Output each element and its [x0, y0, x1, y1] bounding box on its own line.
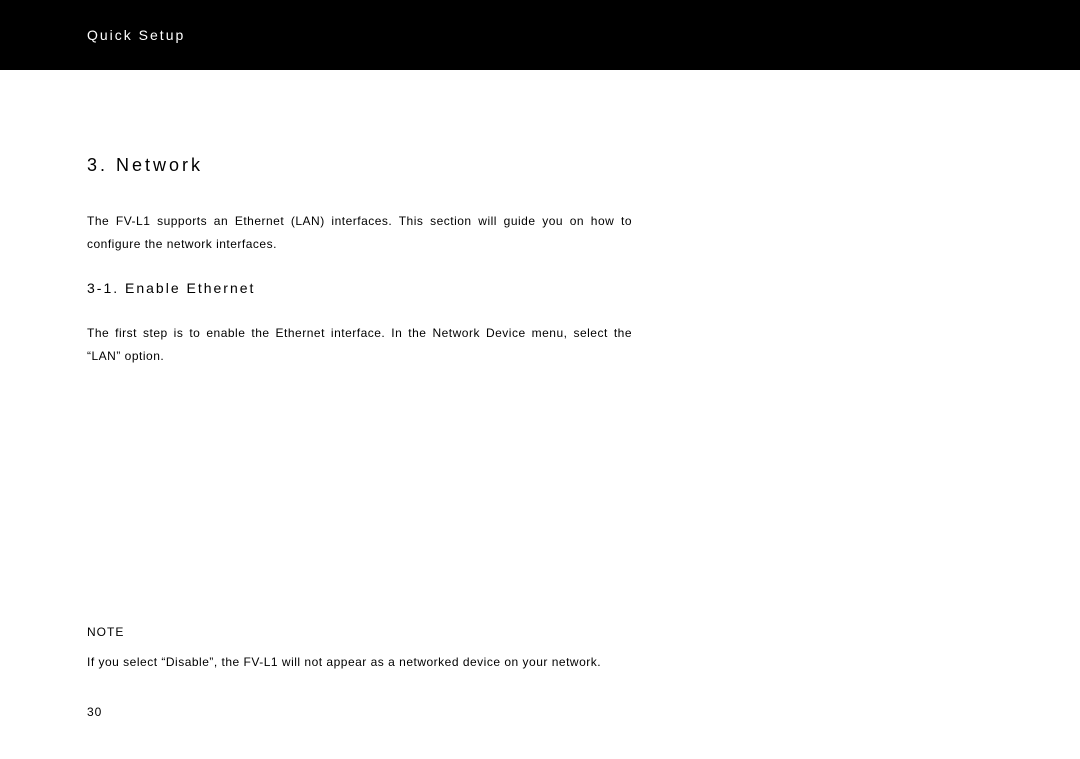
header-title: Quick Setup	[87, 27, 185, 43]
subsection-text-paragraph: The first step is to enable the Ethernet…	[87, 322, 632, 368]
header-bar: Quick Setup	[0, 0, 1080, 70]
note-block: NOTE If you select “Disable”, the FV-L1 …	[87, 625, 632, 674]
subsection-heading: 3-1. Enable Ethernet	[87, 280, 632, 296]
section-intro-paragraph: The FV-L1 supports an Ethernet (LAN) int…	[87, 210, 632, 256]
note-text: If you select “Disable”, the FV-L1 will …	[87, 651, 632, 674]
note-label: NOTE	[87, 625, 632, 639]
content-area: 3. Network The FV-L1 supports an Etherne…	[87, 155, 632, 392]
page-number: 30	[87, 705, 102, 719]
section-heading: 3. Network	[87, 155, 632, 176]
